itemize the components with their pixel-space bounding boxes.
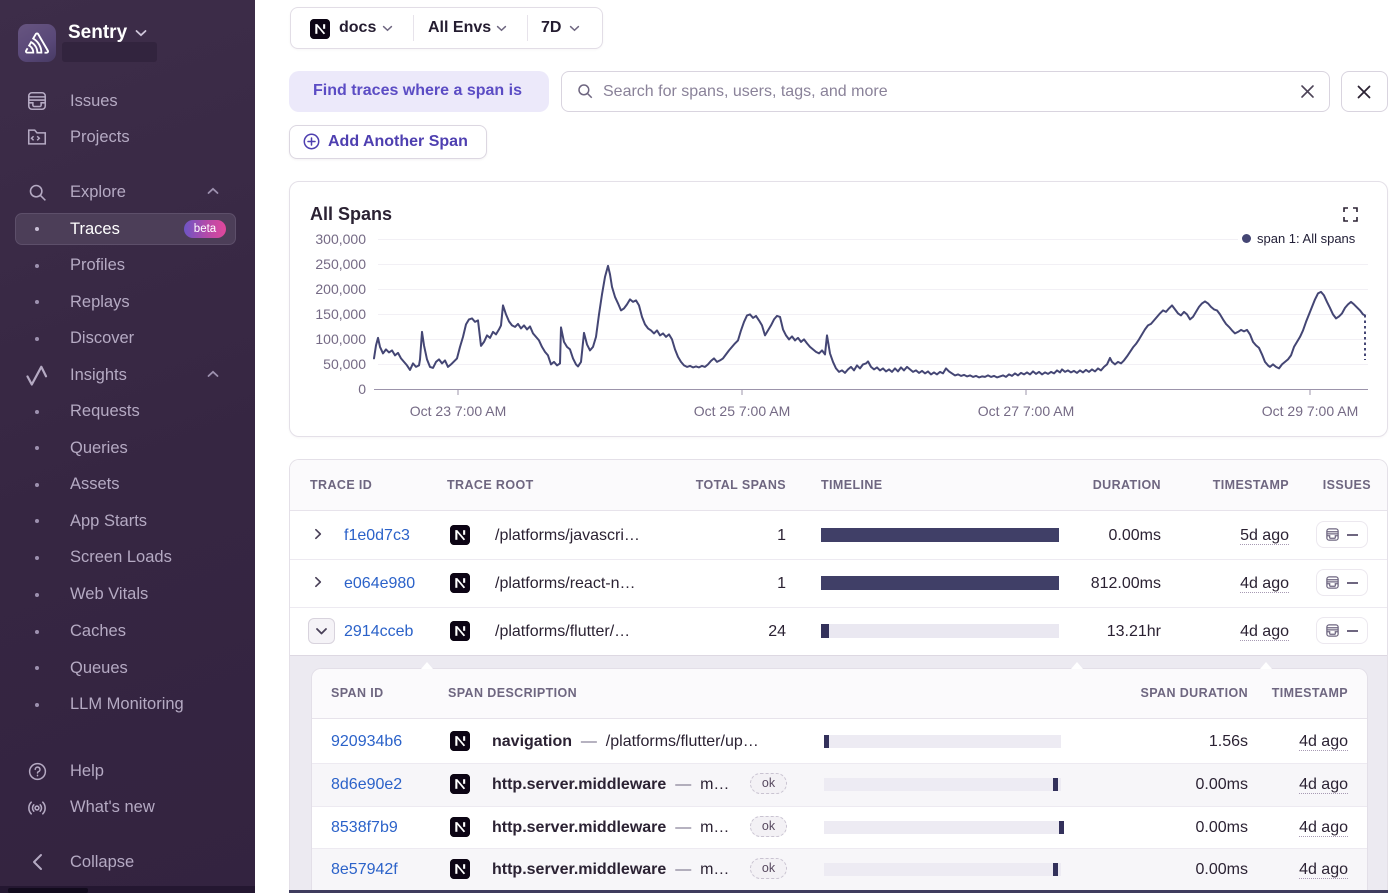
svg-text:250,000: 250,000 xyxy=(315,256,366,272)
svg-text:Oct 27 7:00 AM: Oct 27 7:00 AM xyxy=(978,403,1075,419)
svg-text:0: 0 xyxy=(358,381,366,397)
svg-text:200,000: 200,000 xyxy=(315,281,366,297)
svg-text:50,000: 50,000 xyxy=(323,356,366,372)
svg-text:300,000: 300,000 xyxy=(315,231,366,247)
svg-text:Oct 25 7:00 AM: Oct 25 7:00 AM xyxy=(694,403,791,419)
svg-text:Oct 29 7:00 AM: Oct 29 7:00 AM xyxy=(1262,403,1359,419)
svg-text:Oct 23 7:00 AM: Oct 23 7:00 AM xyxy=(410,403,507,419)
svg-text:150,000: 150,000 xyxy=(315,306,366,322)
svg-text:100,000: 100,000 xyxy=(315,331,366,347)
